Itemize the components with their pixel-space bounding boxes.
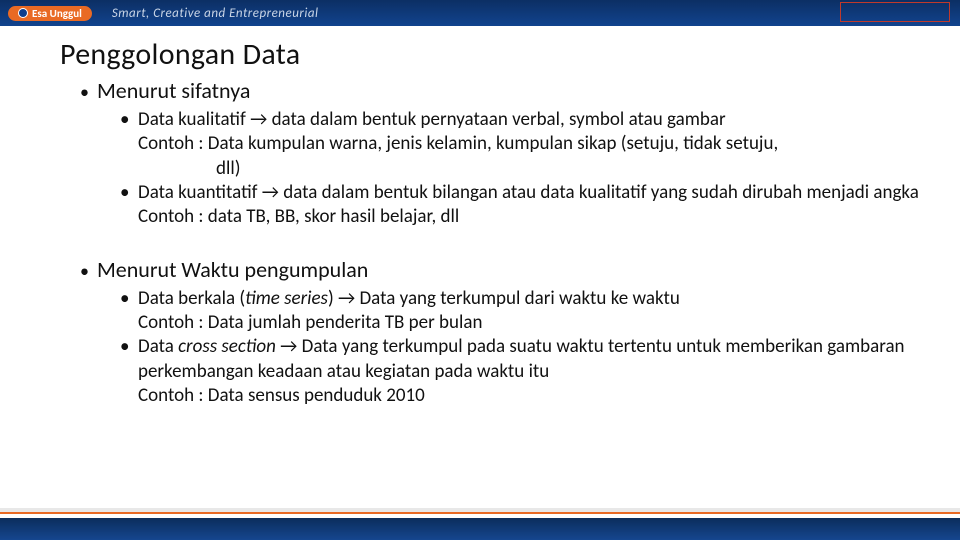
globe-icon bbox=[18, 8, 28, 18]
bullet-icon: • bbox=[80, 83, 89, 101]
section: • Menurut Waktu pengumpulan • Data berka… bbox=[60, 256, 930, 409]
list-item-text: Data berkala (time series) → Data yang t… bbox=[138, 287, 930, 311]
list-item-example: Contoh : data TB, BB, skor hasil belajar… bbox=[138, 205, 930, 229]
section-body: • Data berkala (time series) → Data yang… bbox=[120, 287, 930, 409]
section-body: • Data kualitatif → data dalam bentuk pe… bbox=[120, 108, 930, 230]
bottom-bar bbox=[0, 512, 960, 540]
list-item-example-cont: dll) bbox=[216, 157, 930, 181]
section-heading-text: Menurut sifatnya bbox=[97, 77, 250, 104]
section-heading: • Menurut Waktu pengumpulan bbox=[80, 256, 930, 283]
list-item-extra: Contoh : data TB, BB, skor hasil belajar… bbox=[120, 205, 930, 229]
list-item-example: Contoh : Data kumpulan warna, jenis kela… bbox=[138, 132, 930, 156]
list-item-text: Data kuantitatif → data dalam bentuk bil… bbox=[138, 181, 930, 205]
top-right-box bbox=[840, 2, 950, 22]
list-item-text: Data cross section → Data yang terkumpul… bbox=[138, 335, 930, 384]
section: • Menurut sifatnya • Data kualitatif → d… bbox=[60, 77, 930, 230]
italic-term: time series bbox=[245, 287, 328, 310]
section-heading: • Menurut sifatnya bbox=[80, 77, 930, 104]
bullet-icon: • bbox=[120, 335, 138, 384]
bullet-icon: • bbox=[120, 181, 138, 205]
italic-term: cross section bbox=[178, 335, 276, 358]
brand-tagline: Smart, Creative and Entrepreneurial bbox=[112, 6, 319, 21]
list-item-extra: Contoh : Data sensus penduduk 2010 bbox=[120, 384, 930, 408]
top-bar: Esa Unggul Smart, Creative and Entrepren… bbox=[0, 0, 960, 26]
bullet-icon: • bbox=[120, 108, 138, 132]
list-item-extra: Contoh : Data kumpulan warna, jenis kela… bbox=[120, 132, 930, 156]
list-item-extra: Contoh : Data jumlah penderita TB per bu… bbox=[120, 311, 930, 335]
brand-logo: Esa Unggul bbox=[8, 6, 92, 21]
list-item-text: Data kualitatif → data dalam bentuk pern… bbox=[138, 108, 930, 132]
list-item-example: Contoh : Data jumlah penderita TB per bu… bbox=[138, 311, 930, 335]
slide-title: Penggolongan Data bbox=[60, 36, 930, 73]
slide: Esa Unggul Smart, Creative and Entrepren… bbox=[0, 0, 960, 540]
list-item: • Data kuantitatif → data dalam bentuk b… bbox=[120, 181, 930, 205]
section-heading-text: Menurut Waktu pengumpulan bbox=[97, 256, 368, 283]
list-item: • Data berkala (time series) → Data yang… bbox=[120, 287, 930, 311]
list-item: • Data cross section → Data yang terkump… bbox=[120, 335, 930, 384]
bullet-icon: • bbox=[80, 262, 89, 280]
list-item-extra-cont: dll) bbox=[120, 157, 930, 181]
list-item-example: Contoh : Data sensus penduduk 2010 bbox=[138, 384, 930, 408]
bottom-accent bbox=[0, 512, 960, 514]
slide-content: Penggolongan Data • Menurut sifatnya • D… bbox=[0, 30, 960, 408]
brand-name: Esa Unggul bbox=[32, 7, 82, 20]
bullet-icon: • bbox=[120, 287, 138, 311]
list-item: • Data kualitatif → data dalam bentuk pe… bbox=[120, 108, 930, 132]
